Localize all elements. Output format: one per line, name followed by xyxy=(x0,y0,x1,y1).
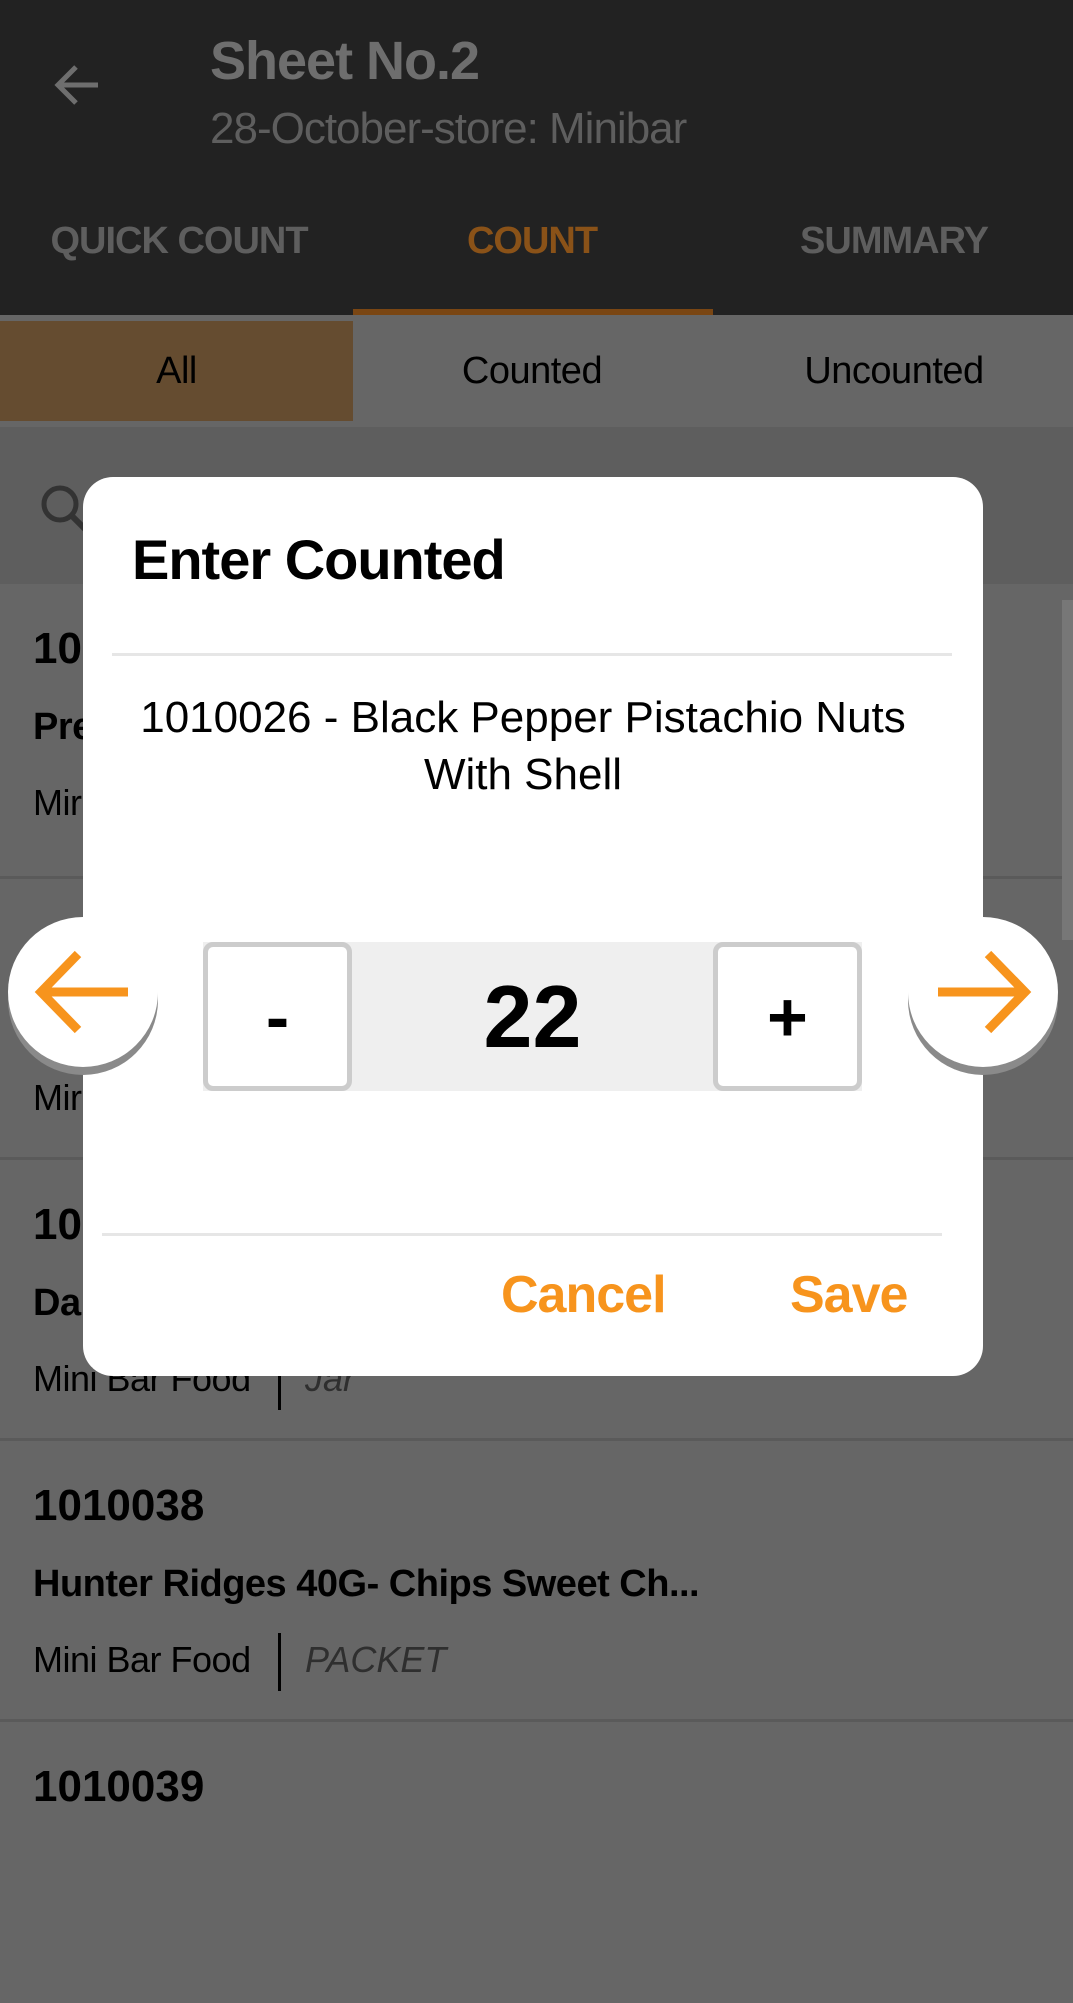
dialog-item-name: 1010026 - Black Pepper Pistachio Nuts Wi… xyxy=(140,693,906,799)
arrow-right-icon xyxy=(938,950,1032,1034)
increment-button[interactable]: + xyxy=(713,942,862,1091)
enter-counted-dialog: Enter Counted 1010026 - Black Pepper Pis… xyxy=(83,477,983,1376)
arrow-left-icon xyxy=(34,950,128,1034)
item-name: Hunter Ridges 40G- Chips Sweet Ch... xyxy=(33,1563,700,1605)
item-id: 1010039 xyxy=(33,1762,205,1811)
quantity-stepper: - 22 + xyxy=(203,942,862,1091)
tab-quick-count[interactable]: QUICK COUNT xyxy=(0,220,358,263)
item-id: 10 xyxy=(33,1200,82,1249)
scrollbar[interactable] xyxy=(1062,600,1073,940)
item-name: Da xyxy=(33,1282,81,1324)
filter-all[interactable]: All xyxy=(0,321,353,421)
next-item-button[interactable] xyxy=(908,917,1058,1067)
list-item[interactable]: 1010038 Hunter Ridges 40G- Chips Sweet C… xyxy=(0,1441,1073,1722)
divider xyxy=(278,1633,281,1691)
dialog-title: Enter Counted xyxy=(132,528,506,591)
divider xyxy=(102,1233,942,1236)
quantity-input[interactable]: 22 xyxy=(352,942,713,1091)
tab-summary[interactable]: SUMMARY xyxy=(715,220,1073,263)
save-button[interactable]: Save xyxy=(790,1265,908,1325)
filter-uncounted[interactable]: Uncounted xyxy=(715,321,1073,421)
previous-item-button[interactable] xyxy=(8,917,158,1067)
list-item[interactable]: 1010039 xyxy=(0,1722,1073,2003)
filter-counted[interactable]: Counted xyxy=(353,321,711,421)
decrement-button[interactable]: - xyxy=(203,942,352,1091)
page-title: Sheet No.2 xyxy=(210,31,480,91)
cancel-button[interactable]: Cancel xyxy=(501,1265,667,1325)
divider xyxy=(112,653,952,656)
item-id: 1010038 xyxy=(33,1481,205,1530)
item-id: 10 xyxy=(33,624,82,673)
item-category: Mir xyxy=(33,1077,82,1118)
item-category: Mini Bar Food xyxy=(33,1639,251,1680)
page-subtitle: 28-October-store: Minibar xyxy=(210,104,687,153)
item-category: Mir xyxy=(33,782,82,823)
filter-bar: All Counted Uncounted xyxy=(0,315,1073,427)
app-header: Sheet No.2 28-October-store: Minibar QUI… xyxy=(0,0,1073,315)
item-unit: PACKET xyxy=(305,1639,447,1680)
tab-count[interactable]: COUNT xyxy=(353,220,711,263)
arrow-left-icon[interactable] xyxy=(48,55,108,115)
